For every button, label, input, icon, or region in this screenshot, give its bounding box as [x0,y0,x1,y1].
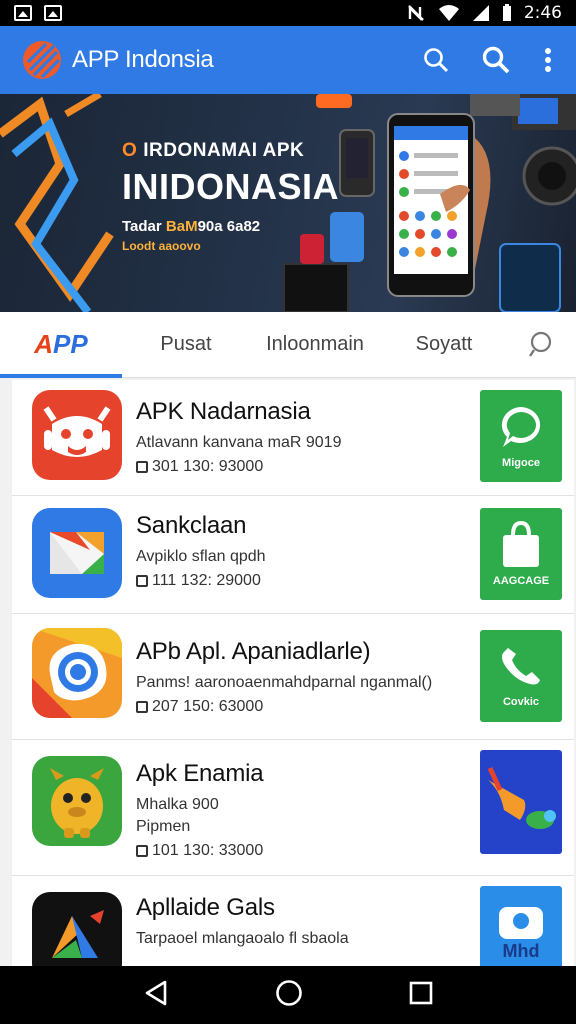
app-meta: 101 130: 33000 [136,842,474,860]
app-description: Panms! aaronoaenmahdparnal nganmal() [136,674,433,691]
phone-icon [502,648,540,685]
download-count-icon [136,701,148,713]
app-name: APb Apl. Apaniadlarle) [136,638,371,665]
search-icon [424,48,449,73]
system-nav-bar [0,966,576,1024]
download-count-icon [136,575,148,587]
status-time: 2:46 [523,3,562,23]
app-list: APK Nadarnasia Atlavann kanvana maR 9019… [12,380,574,982]
install-button[interactable]: AAGCAGE [480,508,562,600]
download-count-icon [136,845,148,857]
status-bar: 2:46 [0,0,576,26]
app-name: Apllaide Gals [136,894,275,921]
wifi-icon [438,5,459,21]
maps-icon [32,508,122,598]
app-description-secondary: Pipmen [136,818,191,835]
list-item[interactable]: Apk Enamia Mhalka 900 Pipmen 101 130: 33… [12,740,574,876]
app-title: APP Indonsia [72,46,214,73]
list-item[interactable]: Apllaide Gals Tarpaoel mlangaoalo fl sba… [12,876,574,982]
tab-inloonmain[interactable]: Inloonmain [250,312,380,378]
search-icon [529,331,552,357]
robot-face-icon [499,906,543,939]
install-button[interactable] [480,750,562,854]
list-item[interactable]: APK Nadarnasia Atlavann kanvana maR 9019… [12,380,574,496]
battery-icon [502,4,511,21]
back-button[interactable] [143,979,169,1012]
app-icon [32,508,122,598]
download-count-icon [136,461,148,473]
signal-icon [472,5,489,21]
app-name: Apk Enamia [136,760,264,787]
install-button[interactable]: Covkic [480,630,562,722]
app-meta: 111 132: 29000 [136,572,474,590]
app-icon [32,390,122,480]
gallery-notification-icon [14,5,32,21]
app-bar: APP Indonsia [0,26,576,94]
banner-text: O IRDONAMAI APK INIDONASIA Tadar BaM90a 6… [122,140,339,253]
home-icon [276,979,302,1006]
banner-kicker: O IRDONAMAI APK [122,140,305,161]
category-tabs: A PP Pusat Inloonmain Soyatt [0,312,576,378]
app-description: Tarpaoel mlangaoalo fl sbaola [136,930,349,947]
tab-app[interactable]: A PP [0,312,122,378]
app-icon [32,756,122,846]
app-description: Avpiklo sflan qpdh [136,548,266,565]
paint-brush-icon [487,766,556,829]
tab-search-button[interactable] [508,312,576,378]
overflow-menu-button[interactable] [538,40,558,80]
recents-icon [409,981,433,1004]
list-item[interactable]: APb Apl. Apaniadlarle) Panms! aaronoaenm… [12,614,574,740]
home-button[interactable] [275,979,303,1012]
search-icon [482,46,510,74]
robot-icon [32,390,122,480]
photo-notification-icon [44,5,62,21]
camera-lens-icon [32,628,122,718]
app-logo-icon [23,41,61,79]
app-name: APK Nadarnasia [136,398,311,425]
app-description: Mhalka 900 [136,796,219,813]
app-meta: 207 150: 63000 [136,698,474,716]
banner-subtitle: Tadar BaM90a 6a82 [122,218,261,235]
install-button[interactable]: Migoce [480,390,562,482]
list-item[interactable]: Sankclaan Avpiklo sflan qpdh 111 132: 29… [12,496,574,614]
tab-pusat[interactable]: Pusat [122,312,250,378]
search-alt-button[interactable] [476,40,516,80]
install-button[interactable]: Mhd [480,886,562,976]
promo-banner[interactable]: O IRDONAMAI APK INIDONASIA Tadar BaM90a 6… [0,94,576,312]
mascot-icon [32,756,122,846]
app-meta: 301 130: 93000 [136,458,474,476]
tab-soyatt[interactable]: Soyatt [380,312,508,378]
recents-button[interactable] [409,981,433,1010]
back-icon [145,980,167,1005]
shopping-bag-icon [503,521,539,567]
app-name: Sankclaan [136,512,247,539]
banner-title: INIDONASIA [122,166,340,207]
more-vertical-icon [545,48,551,72]
nfc-off-icon [407,5,424,21]
app-icon [32,628,122,718]
app-description: Atlavann kanvana maR 9019 [136,434,342,451]
banner-subtitle-secondary: Loodt aaoovo [122,239,201,253]
chat-bubble-icon [501,407,541,447]
search-button[interactable] [416,40,456,80]
